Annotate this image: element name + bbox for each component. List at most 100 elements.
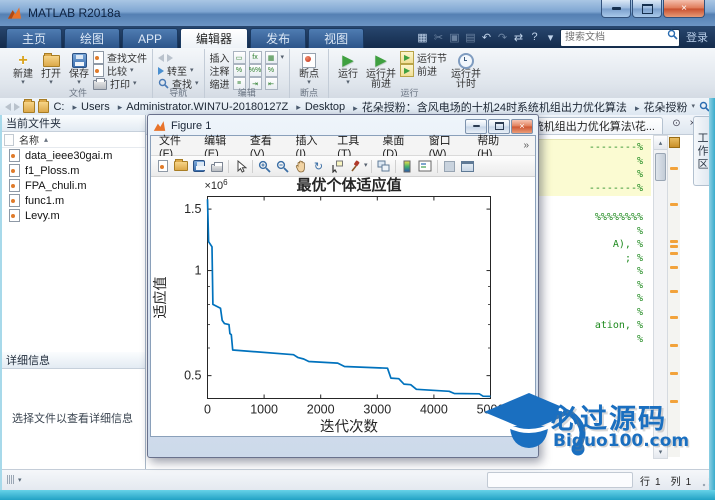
code-line[interactable]: % [537, 168, 643, 182]
tab-view[interactable]: 视图 [308, 28, 364, 48]
code-indicator-mark[interactable] [670, 344, 678, 347]
code-indicator-mark[interactable] [670, 372, 678, 375]
code-indicator-mark[interactable] [670, 290, 678, 293]
back-icon[interactable] [158, 54, 164, 62]
doc-search-input[interactable] [560, 29, 680, 47]
tab-plots[interactable]: 绘图 [64, 28, 120, 48]
file-row[interactable]: func1.m [0, 193, 145, 208]
workspace-collapsed-tab[interactable]: 工作区 [693, 116, 710, 186]
insert-function-icon[interactable]: fx [249, 51, 262, 64]
addressbar-dropdown-icon[interactable]: ▾ [691, 104, 695, 110]
minimize-button[interactable] [601, 0, 631, 18]
code-indicator-mark[interactable] [670, 203, 678, 206]
save-button[interactable]: 保存▾ [65, 50, 93, 86]
open-file-icon[interactable] [172, 158, 189, 174]
save-figure-icon[interactable] [190, 158, 207, 174]
code-indicator-mark[interactable] [670, 316, 678, 319]
code-analyzer-status[interactable] [669, 137, 680, 148]
code-indicator-mark[interactable] [670, 167, 678, 170]
breakpoints-button[interactable]: 断点▾ [295, 50, 323, 86]
hide-plot-tools-icon[interactable] [441, 158, 458, 174]
file-row[interactable]: FPA_chuli.m [0, 178, 145, 193]
data-cursor-icon[interactable] [328, 158, 345, 174]
qat-cut-icon[interactable]: ✂ [432, 31, 445, 44]
tab-home[interactable]: 主页 [6, 28, 62, 48]
qat-copy-icon[interactable]: ▣ [448, 31, 461, 44]
code-line[interactable]: %%%%%%%% [537, 211, 643, 225]
breadcrumb-item[interactable]: C: [52, 101, 65, 113]
code-line[interactable]: ation, % [537, 319, 643, 333]
file-row[interactable]: Levy.m [0, 208, 145, 223]
code-line[interactable]: % [537, 265, 643, 279]
qat-help-icon[interactable]: ? [528, 31, 541, 43]
file-row[interactable]: data_ieee30gai.m [0, 148, 145, 163]
code-indicator-mark[interactable] [670, 240, 678, 243]
advance-button[interactable]: ▶前进 [400, 65, 447, 76]
insert-image-icon[interactable]: ▦ [265, 51, 278, 64]
link-plot-icon[interactable] [375, 158, 392, 174]
brush-icon[interactable] [346, 158, 363, 174]
signin-link[interactable]: 登录 [683, 29, 711, 45]
folder-up-icon[interactable] [23, 101, 35, 113]
compare-button[interactable]: 比较▾ [93, 65, 147, 76]
statusbar-grip[interactable]: ▾ [7, 475, 22, 484]
zoom-out-icon[interactable] [274, 158, 291, 174]
zoom-in-icon[interactable] [256, 158, 273, 174]
goto-button[interactable]: 转至▾ [158, 65, 199, 76]
find-files-button[interactable]: 查找文件 [93, 52, 147, 63]
nav-back-icon[interactable] [5, 103, 11, 111]
nav-forward-icon[interactable] [14, 103, 20, 111]
code-line[interactable]: % [537, 306, 643, 320]
code-indicator-mark[interactable] [670, 252, 678, 255]
new-figure-icon[interactable] [154, 158, 171, 174]
browse-folder-icon[interactable] [38, 101, 50, 113]
print-figure-icon[interactable] [208, 158, 225, 174]
uncomment-icon[interactable]: % [265, 64, 278, 77]
comment-icon[interactable]: % [233, 64, 246, 77]
code-line[interactable]: % [537, 225, 643, 239]
code-indicator-mark[interactable] [670, 245, 678, 248]
search-icon[interactable] [667, 29, 678, 40]
comment-row[interactable]: 注释%%%% [210, 65, 285, 76]
qat-switch-icon[interactable]: ⇄ [512, 31, 525, 44]
file-list-header[interactable]: 名称▴ [0, 132, 145, 148]
brush-dropdown-icon[interactable]: ▾ [364, 163, 368, 169]
new-button[interactable]: +新建▾ [9, 50, 37, 86]
forward-icon[interactable] [167, 54, 173, 62]
edit-plot-cursor-icon[interactable] [232, 158, 249, 174]
maximize-button[interactable] [632, 0, 662, 18]
scroll-up-icon[interactable]: ▴ [654, 136, 667, 150]
show-plot-tools-icon[interactable] [459, 158, 476, 174]
code-line[interactable]: % [537, 333, 643, 347]
tab-publish[interactable]: 发布 [250, 28, 306, 48]
code-line[interactable]: ; % [537, 252, 643, 266]
qat-undo-icon[interactable]: ↶ [480, 31, 493, 44]
pan-hand-icon[interactable] [292, 158, 309, 174]
qat-redo-icon[interactable]: ↷ [496, 31, 509, 44]
scrollbar-thumb[interactable] [655, 153, 666, 181]
editor-tab-menu-icon[interactable]: ⊙ [670, 118, 683, 129]
run-time-button[interactable]: 运行并 计时 [447, 50, 485, 90]
run-section-button[interactable]: ▶运行节 [400, 52, 447, 63]
breadcrumb-item[interactable]: Desktop [292, 101, 346, 113]
code-line[interactable]: % [537, 292, 643, 306]
menu-overflow-icon[interactable]: » [517, 140, 533, 151]
qat-save-icon[interactable]: ▦ [416, 31, 429, 44]
insert-row[interactable]: 插入▭fx▦▾ [210, 52, 285, 63]
open-button[interactable]: 打开▾ [37, 50, 65, 86]
run-advance-button[interactable]: ▶运行并 前进 [362, 50, 400, 90]
breadcrumb-item[interactable]: 花朵授粉：含风电场的十机24时系统机组出力优化算法 [349, 99, 628, 115]
tab-apps[interactable]: APP [122, 28, 178, 48]
run-button[interactable]: ▶运行▾ [334, 50, 362, 86]
close-button[interactable]: × [663, 0, 705, 18]
code-line[interactable]: A), % [537, 238, 643, 252]
code-line[interactable]: % [537, 155, 643, 169]
qat-dropdown-icon[interactable]: ▾ [544, 31, 557, 44]
breadcrumb-item[interactable]: 花朵授粉 [631, 99, 689, 115]
code-line[interactable]: % [537, 279, 643, 293]
file-row[interactable]: f1_Ploss.m [0, 163, 145, 178]
breadcrumb-item[interactable]: Users [68, 101, 110, 113]
code-line[interactable]: --------% [537, 141, 643, 155]
qat-paste-icon[interactable]: ▤ [464, 31, 477, 44]
breadcrumb-item[interactable]: Administrator.WIN7U-20180127Z [114, 101, 290, 113]
